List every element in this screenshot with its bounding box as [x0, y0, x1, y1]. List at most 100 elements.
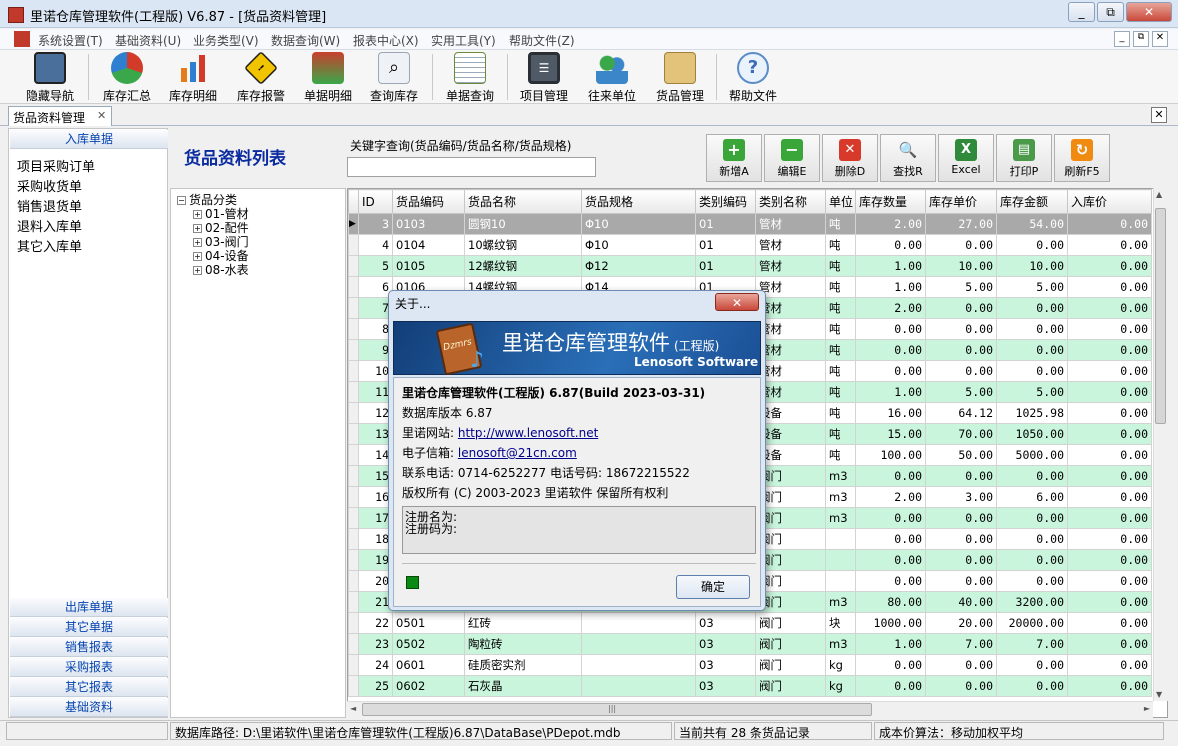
table-cell[interactable]: 0.00 — [1067, 486, 1152, 508]
table-cell[interactable]: 2.00 — [855, 297, 926, 319]
expand-icon[interactable]: + — [193, 252, 202, 261]
table-cell[interactable]: 阀门 — [755, 486, 826, 508]
table-cell[interactable]: 管材 — [755, 234, 826, 256]
nav-link-project-po[interactable]: 项目采购订单 — [17, 156, 95, 175]
table-cell[interactable]: 01 — [695, 234, 756, 256]
table-cell[interactable]: 03 — [695, 654, 756, 676]
table-cell[interactable]: 管材 — [755, 276, 826, 298]
nav-head-purchase-report[interactable]: 采购报表 — [10, 658, 168, 677]
table-cell[interactable]: 0.00 — [996, 654, 1068, 676]
menu-help[interactable]: 帮助文件(Z) — [509, 32, 575, 49]
table-cell[interactable]: 阀门 — [755, 528, 826, 550]
table-row[interactable]: 4 0104 10螺纹钢 Φ10 01 管材吨 0.00 0.00 0.00 0.00 — [348, 234, 1152, 256]
nav-link-other-inbound[interactable]: 其它入库单 — [17, 236, 82, 255]
table-cell[interactable]: 100.00 — [855, 444, 926, 466]
table-cell[interactable]: 设备 — [755, 402, 826, 424]
table-cell[interactable]: 阀门 — [755, 549, 826, 571]
table-cell[interactable]: 陶粒砖 — [464, 633, 582, 655]
table-cell[interactable]: 0.00 — [1067, 507, 1152, 529]
tree-node-water-meters[interactable]: +08-水表 — [193, 261, 249, 278]
email-link[interactable]: lenosoft@21cn.com — [458, 446, 577, 460]
table-cell[interactable]: 3.00 — [925, 486, 997, 508]
table-cell[interactable]: 阀门 — [755, 591, 826, 613]
column-header[interactable]: 类别编码 — [695, 189, 756, 214]
table-cell[interactable]: 80.00 — [855, 591, 926, 613]
table-cell[interactable]: 10螺纹钢 — [464, 234, 582, 256]
table-cell[interactable]: 15.00 — [855, 423, 926, 445]
table-cell[interactable]: 0.00 — [1067, 234, 1152, 256]
column-header[interactable]: 入库价 — [1067, 189, 1152, 214]
table-row[interactable]: 23 0502 陶粒砖 03 阀门 m3 1.00 7.00 7.00 0.00 — [348, 633, 1152, 655]
table-cell[interactable]: 50.00 — [925, 444, 997, 466]
table-cell[interactable]: 1025.98 — [996, 402, 1068, 424]
table-cell[interactable]: 0.00 — [1067, 591, 1152, 613]
expand-icon[interactable]: + — [193, 238, 202, 247]
table-cell[interactable]: 0.00 — [1067, 633, 1152, 655]
table-cell[interactable]: 管材 — [755, 213, 826, 235]
table-cell[interactable]: 0.00 — [996, 360, 1068, 382]
table-cell[interactable]: 0104 — [392, 234, 465, 256]
table-cell[interactable]: 0.00 — [1067, 402, 1152, 424]
expand-icon[interactable]: + — [193, 266, 202, 275]
table-cell[interactable]: 吨 — [825, 402, 856, 424]
table-cell[interactable]: 石灰晶 — [464, 675, 582, 697]
table-cell[interactable]: 0.00 — [855, 549, 926, 571]
dialog-close-button[interactable]: ✕ — [715, 293, 759, 311]
table-cell[interactable]: 管材 — [755, 255, 826, 277]
nav-head-sales-report[interactable]: 销售报表 — [10, 638, 168, 657]
table-cell[interactable]: 70.00 — [925, 423, 997, 445]
column-header[interactable]: 单位 — [825, 189, 856, 214]
table-cell[interactable]: m3 — [825, 633, 856, 655]
column-header[interactable]: 库存金额 — [996, 189, 1068, 214]
table-cell[interactable]: 4 — [358, 234, 393, 256]
table-cell[interactable]: 吨 — [825, 276, 856, 298]
table-cell[interactable]: 0.00 — [1067, 423, 1152, 445]
table-cell[interactable]: 10.00 — [925, 255, 997, 277]
table-cell[interactable] — [825, 570, 856, 592]
table-cell[interactable]: 0.00 — [925, 675, 997, 697]
table-cell[interactable]: 0.00 — [996, 318, 1068, 340]
table-cell[interactable]: 0501 — [392, 612, 465, 634]
table-cell[interactable]: 25 — [358, 675, 393, 697]
table-cell[interactable]: 0.00 — [1067, 465, 1152, 487]
table-cell[interactable] — [825, 549, 856, 571]
close-button[interactable]: ✕ — [1126, 2, 1172, 22]
table-cell[interactable] — [581, 633, 696, 655]
table-cell[interactable]: 64.12 — [925, 402, 997, 424]
print-button[interactable]: ▤ 打印P — [996, 134, 1052, 182]
table-cell[interactable]: 吨 — [825, 234, 856, 256]
table-cell[interactable]: 0.00 — [1067, 654, 1152, 676]
table-cell[interactable]: 1.00 — [855, 633, 926, 655]
table-cell[interactable]: 1.00 — [855, 276, 926, 298]
table-cell[interactable]: 0.00 — [1067, 297, 1152, 319]
table-cell[interactable]: 0.00 — [925, 297, 997, 319]
table-cell[interactable]: 20.00 — [925, 612, 997, 634]
table-row[interactable]: 22 0501 红砖 03 阀门块 1000.00 20.00 20000.00 0.00 — [348, 612, 1152, 634]
table-cell[interactable]: 0.00 — [1067, 570, 1152, 592]
table-cell[interactable]: 0.00 — [996, 339, 1068, 361]
table-cell[interactable]: 吨 — [825, 339, 856, 361]
goods-manage-button[interactable]: 货品管理 — [650, 52, 710, 103]
table-cell[interactable]: kg — [825, 654, 856, 676]
doc-detail-button[interactable]: 单据明细 — [298, 52, 358, 103]
table-cell[interactable] — [581, 654, 696, 676]
table-cell[interactable]: 吨 — [825, 423, 856, 445]
table-cell[interactable]: 03 — [695, 675, 756, 697]
table-cell[interactable]: 0.00 — [925, 360, 997, 382]
column-header[interactable]: ID — [358, 189, 393, 214]
scroll-right-icon[interactable]: ► — [1144, 704, 1150, 713]
table-cell[interactable]: 0.00 — [925, 507, 997, 529]
website-link[interactable]: http://www.lenosoft.net — [458, 426, 598, 440]
add-button[interactable]: + 新增A — [706, 134, 762, 182]
table-cell[interactable]: 03 — [695, 612, 756, 634]
table-cell[interactable]: 吨 — [825, 255, 856, 277]
tab-goods-management[interactable]: 货品资料管理 ✕ — [8, 106, 112, 126]
column-header[interactable]: 类别名称 — [755, 189, 826, 214]
table-cell[interactable]: 0.00 — [1067, 339, 1152, 361]
project-manage-button[interactable]: ☰ 项目管理 — [514, 52, 574, 103]
scroll-left-icon[interactable]: ◄ — [350, 704, 356, 713]
menu-basic-data[interactable]: 基础资料(U) — [115, 32, 181, 49]
table-cell[interactable]: 5.00 — [996, 381, 1068, 403]
table-cell[interactable] — [825, 528, 856, 550]
menu-system[interactable]: 系统设置(T) — [38, 32, 103, 49]
